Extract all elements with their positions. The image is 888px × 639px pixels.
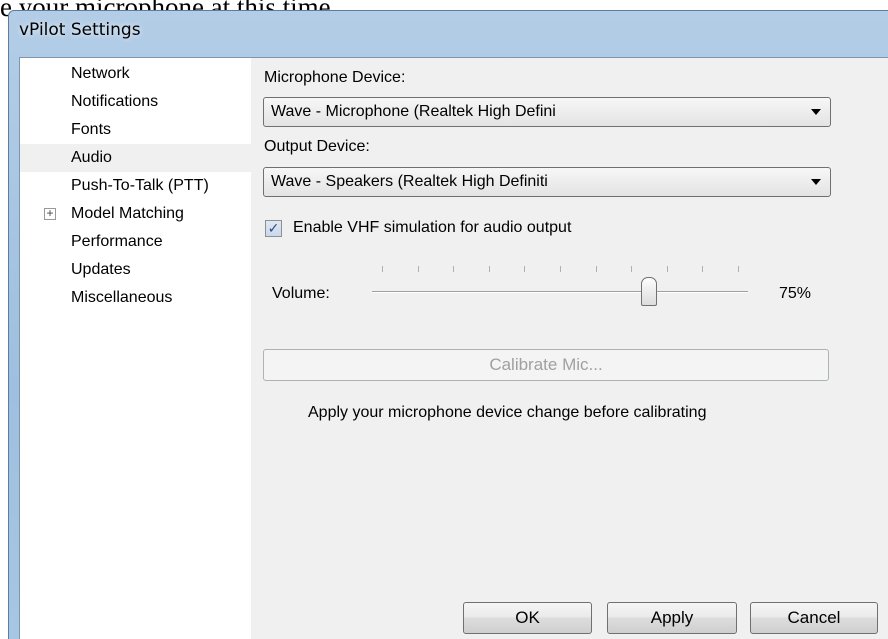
settings-nav-tree: Network Notifications Fonts Audio Push-T… (20, 58, 251, 639)
cancel-button[interactable]: Cancel (750, 602, 878, 634)
slider-tick (596, 266, 597, 272)
calibration-hint-text: Apply your microphone device change befo… (308, 404, 707, 421)
nav-item-label: Model Matching (71, 205, 184, 222)
slider-tick (382, 266, 383, 272)
slider-tick (524, 266, 525, 272)
output-device-value: Wave - Speakers (Realtek High Definiti (271, 173, 548, 190)
window-title: vPilot Settings (19, 20, 141, 40)
volume-slider-track (372, 291, 748, 293)
slider-tick (667, 266, 668, 272)
nav-item-fonts[interactable]: Fonts (20, 116, 251, 144)
microphone-device-label: Microphone Device: (264, 69, 406, 86)
nav-item-updates[interactable]: Updates (20, 256, 251, 284)
vhf-simulation-checkbox[interactable]: ✓ (265, 220, 282, 237)
nav-item-model-matching[interactable]: + Model Matching (20, 200, 251, 228)
slider-tick (489, 266, 490, 272)
dropdown-arrow-icon (811, 179, 821, 185)
volume-label: Volume: (272, 285, 330, 302)
nav-item-push-to-talk[interactable]: Push-To-Talk (PTT) (20, 172, 251, 200)
output-device-dropdown[interactable]: Wave - Speakers (Realtek High Definiti (263, 167, 831, 197)
apply-button[interactable]: Apply (607, 602, 737, 634)
settings-window: vPilot Settings Network Notifications Fo… (8, 10, 888, 639)
slider-tick (560, 266, 561, 272)
volume-slider[interactable] (372, 258, 748, 318)
window-client-area: Network Notifications Fonts Audio Push-T… (19, 57, 888, 639)
microphone-device-dropdown[interactable]: Wave - Microphone (Realtek High Defini (263, 97, 831, 127)
nav-item-notifications[interactable]: Notifications (20, 88, 251, 116)
slider-tick (702, 266, 703, 272)
slider-tick (418, 266, 419, 272)
vhf-simulation-label[interactable]: Enable VHF simulation for audio output (293, 219, 571, 237)
ok-button[interactable]: OK (463, 602, 592, 634)
slider-tick (631, 266, 632, 272)
output-device-label: Output Device: (264, 138, 370, 155)
volume-slider-thumb[interactable] (641, 277, 657, 306)
nav-item-network[interactable]: Network (20, 60, 251, 88)
calibrate-mic-button[interactable]: Calibrate Mic... (263, 349, 829, 381)
slider-tick (738, 266, 739, 272)
nav-item-audio[interactable]: Audio (20, 144, 251, 172)
slider-tick (453, 266, 454, 272)
dropdown-arrow-icon (811, 109, 821, 115)
microphone-device-value: Wave - Microphone (Realtek High Defini (271, 103, 556, 120)
expand-plus-icon[interactable]: + (44, 207, 56, 220)
volume-percent-readout: 75% (779, 285, 812, 302)
nav-item-performance[interactable]: Performance (20, 228, 251, 256)
nav-item-miscellaneous[interactable]: Miscellaneous (20, 284, 251, 312)
